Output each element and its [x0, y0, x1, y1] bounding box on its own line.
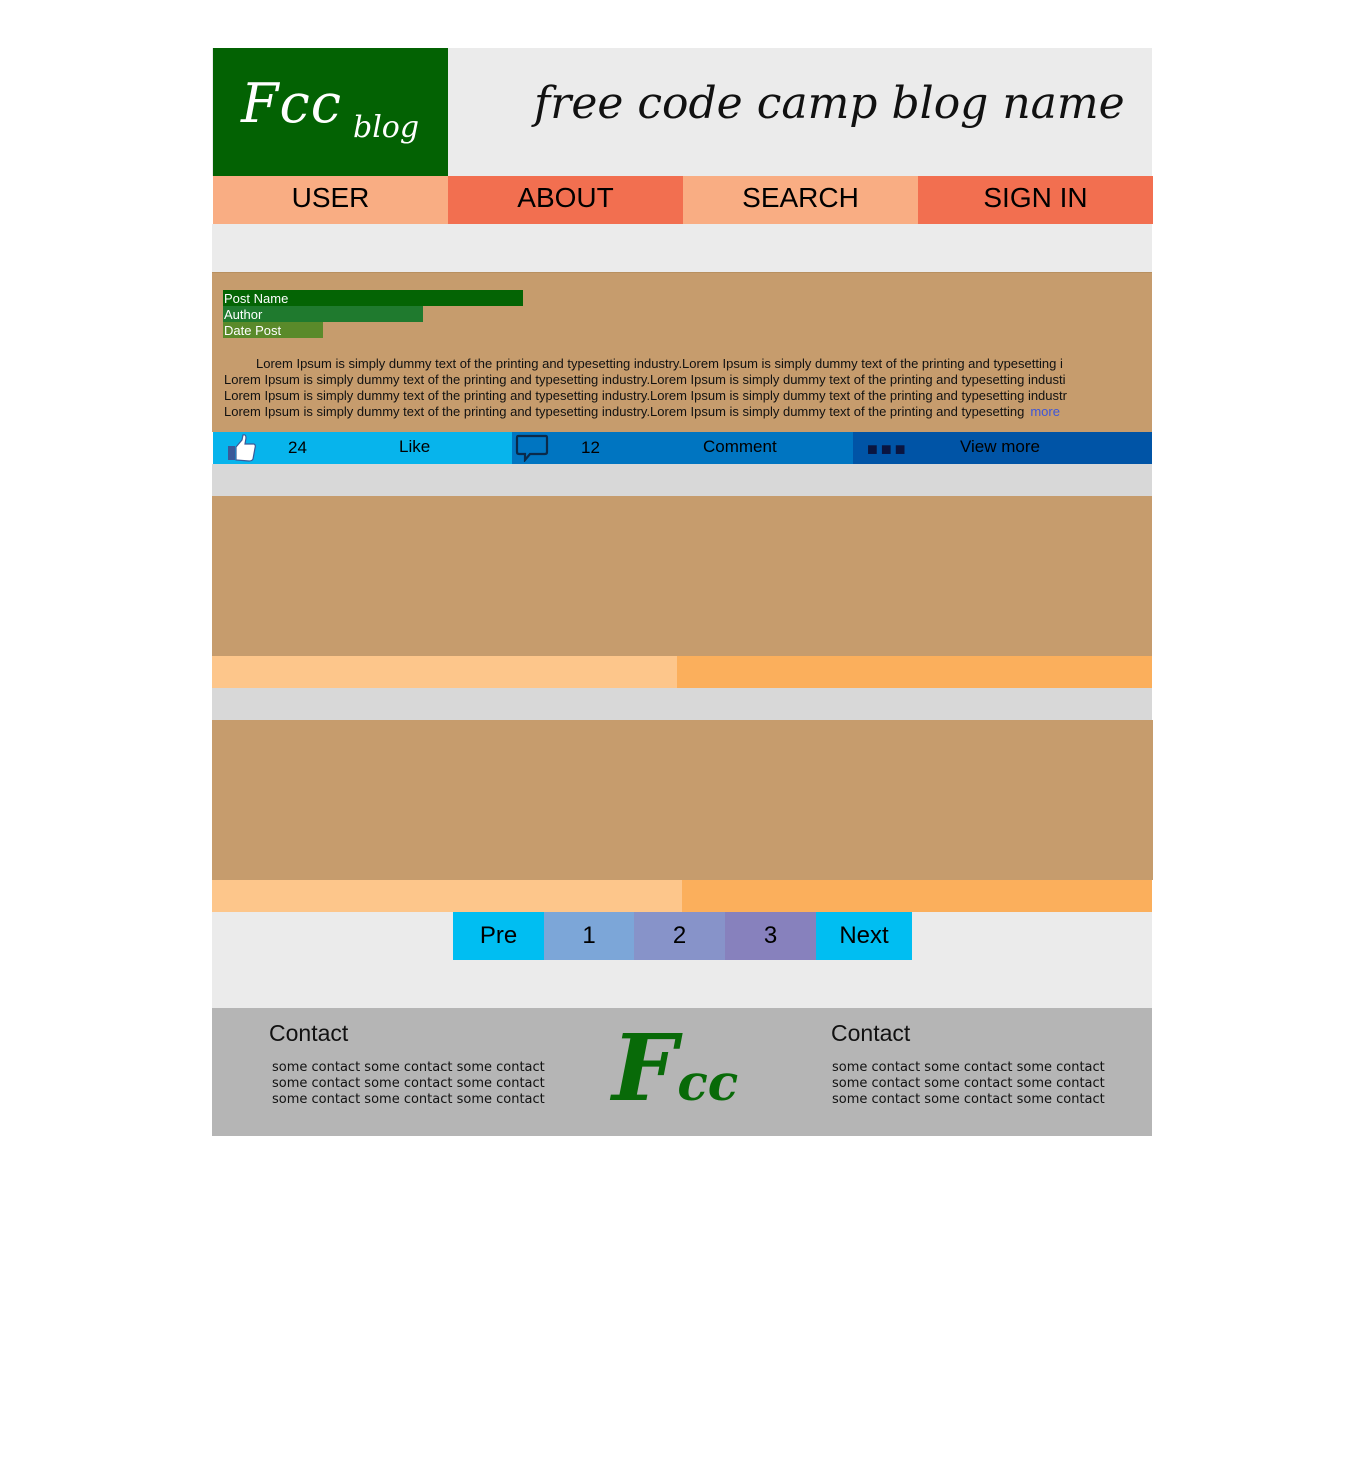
- post-name[interactable]: Post Name: [223, 290, 523, 306]
- footer-logo[interactable]: Fcc: [612, 1014, 738, 1122]
- contact-line: some contact some contact some contact: [272, 1076, 545, 1091]
- speech-bubble-icon[interactable]: [515, 434, 549, 467]
- pagination-prev-button[interactable]: Pre: [453, 912, 544, 960]
- site-title: free code camp blog name: [534, 78, 1125, 129]
- more-link[interactable]: more: [1030, 404, 1060, 420]
- post-excerpt-last-line: Lorem Ipsum is simply dummy text of the …: [224, 404, 1134, 420]
- site-logo[interactable]: Fcc blog: [213, 48, 448, 176]
- logo-sub-text: blog: [353, 110, 420, 145]
- post-excerpt-line: Lorem Ipsum is simply dummy text of the …: [256, 356, 1063, 371]
- site-footer: Contact some contact some contact some c…: [212, 1008, 1152, 1136]
- pagination-next-button[interactable]: Next: [816, 912, 912, 960]
- contact-line: some contact some contact some contact: [832, 1060, 1105, 1075]
- post-separator: [212, 464, 1152, 496]
- like-count: 24: [288, 438, 307, 457]
- comment-button[interactable]: Comment: [703, 437, 777, 457]
- nav-item-search[interactable]: SEARCH: [683, 176, 918, 224]
- post-excerpt-line: Lorem Ipsum is simply dummy text of the …: [224, 404, 1025, 419]
- post-card-placeholder: [212, 720, 1153, 880]
- comment-count: 12: [581, 438, 600, 457]
- nav-item-sign-in[interactable]: SIGN IN: [918, 176, 1153, 224]
- post-excerpt-line: Lorem Ipsum is simply dummy text of the …: [224, 372, 1066, 387]
- post-separator: [212, 688, 1152, 720]
- post-action-right[interactable]: [682, 880, 1152, 912]
- contact-line: some contact some contact some contact: [272, 1060, 545, 1075]
- contact-line: some contact some contact some contact: [832, 1076, 1105, 1091]
- pagination-area: Pre 1 2 3 Next: [212, 912, 1152, 1008]
- post-action-bar-placeholder: [212, 880, 1152, 912]
- post-excerpt: Lorem Ipsum is simply dummy text of the …: [224, 356, 1134, 420]
- post-card-placeholder: [212, 496, 1152, 656]
- post-date: Date Post: [223, 322, 323, 338]
- pagination-page-3[interactable]: 3: [725, 912, 816, 960]
- post-excerpt-line: Lorem Ipsum is simply dummy text of the …: [224, 388, 1067, 403]
- post-action-left[interactable]: [212, 880, 682, 912]
- thumbs-up-icon[interactable]: [227, 434, 257, 467]
- site-header: Fcc blog free code camp blog name: [212, 48, 1152, 176]
- nav-item-about[interactable]: ABOUT: [448, 176, 683, 224]
- spacer-band: [212, 224, 1152, 272]
- view-more-section: ■■■ View more: [853, 432, 1152, 464]
- comment-section: 12 Comment: [512, 432, 853, 464]
- contact-line: some contact some contact some contact: [832, 1092, 1105, 1107]
- post-action-bar: 24 Like 12 Comment ■■■ View more: [213, 432, 1152, 464]
- contact-heading-left: Contact: [269, 1020, 349, 1046]
- contact-heading-right: Contact: [831, 1020, 911, 1046]
- post-action-left[interactable]: [212, 656, 677, 688]
- post-action-right[interactable]: [677, 656, 1152, 688]
- like-button[interactable]: Like: [399, 437, 430, 457]
- pagination-page-2[interactable]: 2: [634, 912, 725, 960]
- contact-line: some contact some contact some contact: [272, 1092, 545, 1107]
- logo-main-text: Fcc: [241, 72, 342, 135]
- contact-info-left: some contact some contact some contact s…: [272, 1060, 545, 1108]
- nav-item-user[interactable]: USER: [213, 176, 448, 224]
- pagination: Pre 1 2 3 Next: [453, 912, 912, 960]
- footer-logo-cc: cc: [677, 1053, 739, 1112]
- post-card: Post Name Author Date Post Lorem Ipsum i…: [212, 272, 1152, 432]
- contact-info-right: some contact some contact some contact s…: [832, 1060, 1105, 1108]
- main-nav: USER ABOUT SEARCH SIGN IN: [213, 176, 1153, 224]
- post-author[interactable]: Author: [223, 306, 423, 322]
- like-section: 24 Like: [213, 432, 512, 464]
- footer-logo-f: F: [612, 1014, 678, 1122]
- pagination-page-1[interactable]: 1: [544, 912, 634, 960]
- post-action-bar-placeholder: [212, 656, 1152, 688]
- ellipsis-icon[interactable]: ■■■: [867, 440, 909, 458]
- view-more-button[interactable]: View more: [960, 437, 1040, 457]
